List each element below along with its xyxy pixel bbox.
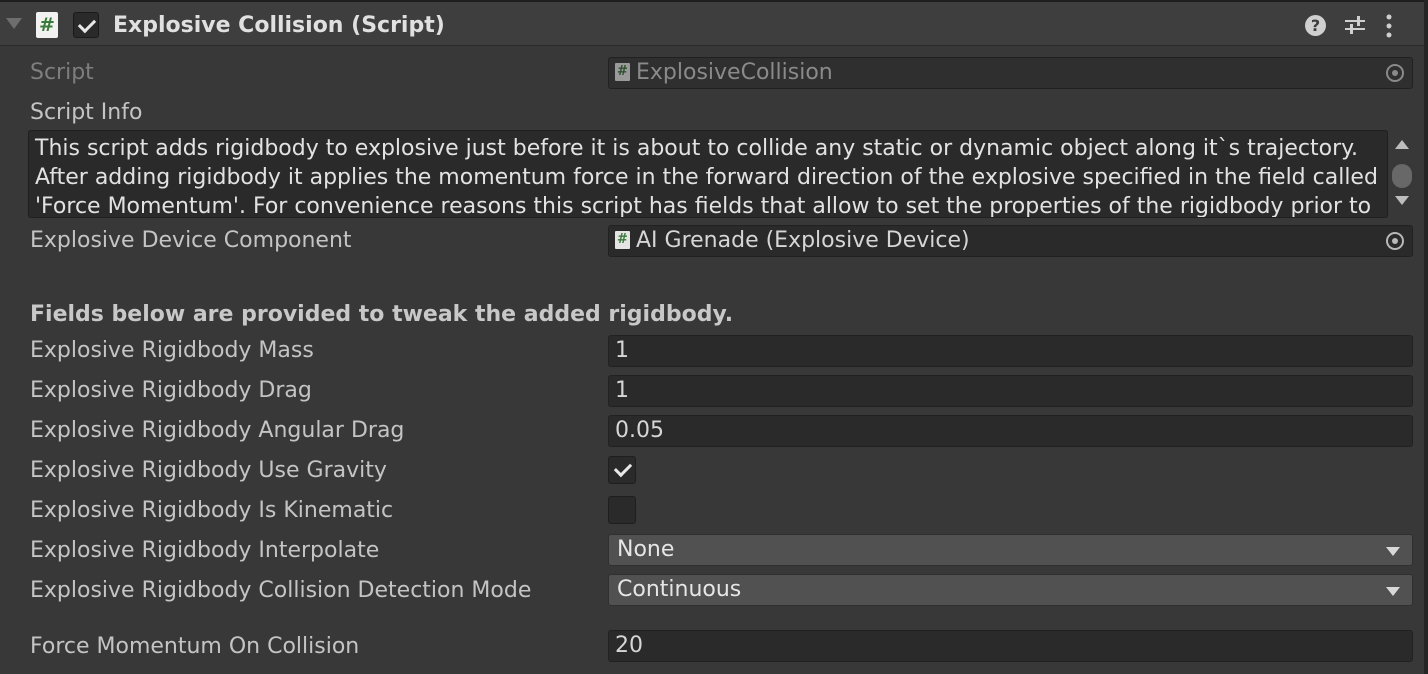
component-enabled-checkbox[interactable] [73, 12, 99, 38]
script-file-icon: # [615, 230, 630, 249]
collision-detection-label: Explosive Rigidbody Collision Detection … [30, 578, 532, 603]
drag-label[interactable]: Explosive Rigidbody Drag [30, 376, 312, 406]
object-picker-icon [1386, 64, 1404, 82]
scroll-thumb[interactable] [1392, 164, 1412, 188]
foldout-arrow-icon[interactable] [6, 18, 22, 29]
script-file-icon: # [615, 62, 630, 81]
script-object-value: ExplosiveCollision [636, 60, 833, 85]
help-icon[interactable]: ? [1305, 15, 1326, 36]
interpolate-label: Explosive Rigidbody Interpolate [30, 538, 380, 563]
angular-drag-label[interactable]: Explosive Rigidbody Angular Drag [30, 416, 404, 446]
angular-drag-input[interactable]: 0.05 [608, 415, 1413, 447]
scroll-up-arrow-icon[interactable] [1395, 140, 1409, 149]
explosive-device-component-label: Explosive Device Component [30, 228, 352, 253]
panel-border [1424, 0, 1428, 674]
force-momentum-input[interactable]: 20 [608, 630, 1413, 662]
script-info-textarea[interactable]: This script adds rigidbody to explosive … [28, 130, 1388, 218]
mass-input[interactable]: 1 [608, 335, 1413, 367]
checkmark-icon [77, 14, 97, 34]
mass-label[interactable]: Explosive Rigidbody Mass [30, 336, 314, 366]
interpolate-dropdown[interactable]: None [608, 534, 1413, 566]
component-title: Explosive Collision (Script) [113, 13, 445, 38]
explosive-device-component-value: AI Grenade (Explosive Device) [636, 228, 970, 253]
use-gravity-label: Explosive Rigidbody Use Gravity [30, 458, 387, 483]
more-menu-icon[interactable] [1385, 14, 1393, 38]
use-gravity-checkbox[interactable] [608, 456, 636, 484]
script-icon: # [36, 12, 58, 38]
section-note: Fields below are provided to tweak the a… [30, 302, 734, 327]
script-info-line: After adding rigidbody it applies the mo… [35, 165, 1378, 190]
drag-input[interactable]: 1 [608, 375, 1413, 407]
collision-detection-dropdown[interactable]: Continuous [608, 574, 1413, 606]
explosive-device-component-field[interactable]: # AI Grenade (Explosive Device) [608, 225, 1413, 257]
is-kinematic-label: Explosive Rigidbody Is Kinematic [30, 498, 394, 523]
object-picker-icon[interactable] [1386, 232, 1404, 250]
script-info-scrollbar[interactable] [1392, 136, 1412, 208]
interpolate-value: None [617, 537, 675, 562]
scroll-down-arrow-icon[interactable] [1395, 196, 1409, 205]
component-header[interactable]: # Explosive Collision (Script) ? [0, 0, 1428, 46]
collision-detection-value: Continuous [617, 577, 742, 602]
is-kinematic-checkbox[interactable] [608, 496, 636, 524]
force-momentum-label[interactable]: Force Momentum On Collision [30, 632, 359, 662]
dropdown-arrow-icon [1386, 587, 1400, 596]
script-info-label: Script Info [30, 100, 143, 125]
script-info-line: 'Force Momentum'. For convenience reason… [35, 194, 1372, 218]
checkmark-icon [613, 458, 633, 478]
presets-icon[interactable] [1344, 14, 1366, 36]
script-info-line: This script adds rigidbody to explosive … [35, 136, 1358, 161]
dropdown-arrow-icon [1386, 547, 1400, 556]
inspector-panel: # Explosive Collision (Script) ? Script … [0, 0, 1428, 674]
script-object-field: # ExplosiveCollision [608, 57, 1413, 89]
script-label: Script [30, 60, 94, 85]
